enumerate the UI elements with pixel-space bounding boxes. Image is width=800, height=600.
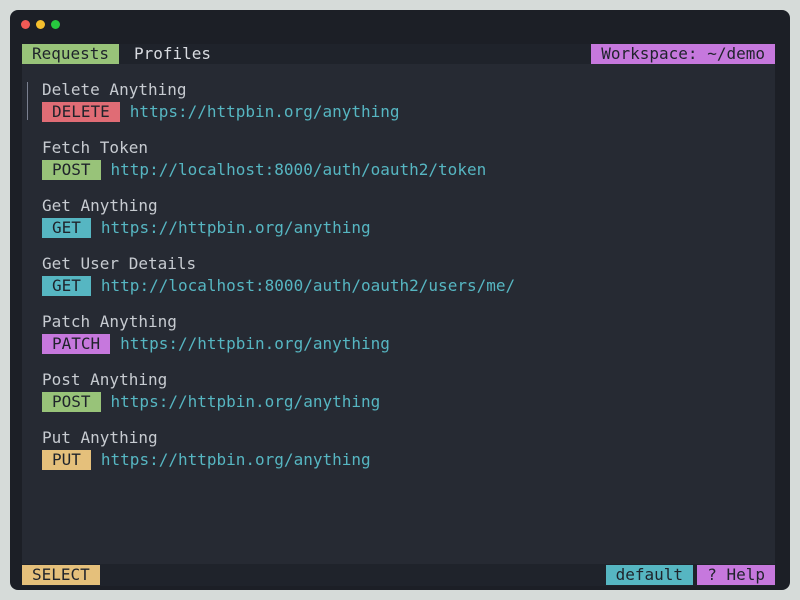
- request-list: Delete Anything DELETE https://httpbin.or…: [22, 80, 775, 486]
- minimize-window-button[interactable]: [36, 20, 45, 29]
- terminal-window: Requests Profiles Workspace: ~/demo Dele…: [10, 10, 790, 590]
- close-window-button[interactable]: [21, 20, 30, 29]
- method-badge: POST: [42, 160, 101, 180]
- request-url: https://httpbin.org/anything: [120, 334, 390, 353]
- request-url: http://localhost:8000/auth/oauth2/token: [110, 160, 487, 179]
- request-name: Get Anything: [42, 196, 158, 215]
- request-name: Patch Anything: [42, 312, 177, 331]
- method-badge: DELETE: [42, 102, 120, 122]
- status-bar: SELECT default ? Help: [22, 564, 775, 586]
- request-details: DELETE https://httpbin.org/anything: [42, 102, 400, 122]
- maximize-window-button[interactable]: [51, 20, 60, 29]
- help-button[interactable]: ? Help: [697, 565, 775, 585]
- method-badge: POST: [42, 392, 101, 412]
- method-badge: PUT: [42, 450, 91, 470]
- request-url: http://localhost:8000/auth/oauth2/users/…: [100, 276, 516, 295]
- request-details: PUT https://httpbin.org/anything: [42, 450, 371, 470]
- request-details: GET http://localhost:8000/auth/oauth2/use…: [42, 276, 515, 296]
- tab-profiles[interactable]: Profiles: [124, 44, 221, 64]
- request-url: https://httpbin.org/anything: [100, 218, 371, 237]
- request-item-fetch-token[interactable]: Fetch Token POST http://localhost:8000/au…: [22, 138, 775, 196]
- profile-selector[interactable]: default: [605, 565, 693, 585]
- request-item-get-user-details[interactable]: Get User Details GET http://localhost:800…: [22, 254, 775, 312]
- request-url: https://httpbin.org/anything: [100, 450, 371, 469]
- request-details: POST http://localhost:8000/auth/oauth2/to…: [42, 160, 486, 180]
- request-item-delete-anything[interactable]: Delete Anything DELETE https://httpbin.or…: [22, 80, 775, 138]
- top-bar: Requests Profiles Workspace: ~/demo: [22, 44, 775, 64]
- request-details: GET https://httpbin.org/anything: [42, 218, 371, 238]
- request-details: PATCH https://httpbin.org/anything: [42, 334, 390, 354]
- request-item-put-anything[interactable]: Put Anything PUT https://httpbin.org/anyt…: [22, 428, 775, 486]
- request-item-get-anything[interactable]: Get Anything GET https://httpbin.org/anyt…: [22, 196, 775, 254]
- tab-requests[interactable]: Requests: [22, 44, 120, 64]
- request-url: https://httpbin.org/anything: [129, 102, 400, 121]
- request-url: https://httpbin.org/anything: [110, 392, 381, 411]
- request-item-patch-anything[interactable]: Patch Anything PATCH https://httpbin.org/…: [22, 312, 775, 370]
- request-details: POST https://httpbin.org/anything: [42, 392, 380, 412]
- request-name: Post Anything: [42, 370, 168, 389]
- method-badge: GET: [42, 276, 91, 296]
- method-badge: GET: [42, 218, 91, 238]
- method-badge: PATCH: [42, 334, 111, 354]
- request-name: Fetch Token: [42, 138, 148, 157]
- mode-indicator: SELECT: [22, 565, 100, 585]
- terminal-screen: Requests Profiles Workspace: ~/demo Dele…: [22, 44, 775, 586]
- request-name: Get User Details: [42, 254, 197, 273]
- request-item-post-anything[interactable]: Post Anything POST https://httpbin.org/an…: [22, 370, 775, 428]
- request-name: Delete Anything: [42, 80, 187, 99]
- request-name: Put Anything: [42, 428, 158, 447]
- title-bar: [10, 10, 790, 40]
- workspace-badge: Workspace: ~/demo: [591, 44, 775, 64]
